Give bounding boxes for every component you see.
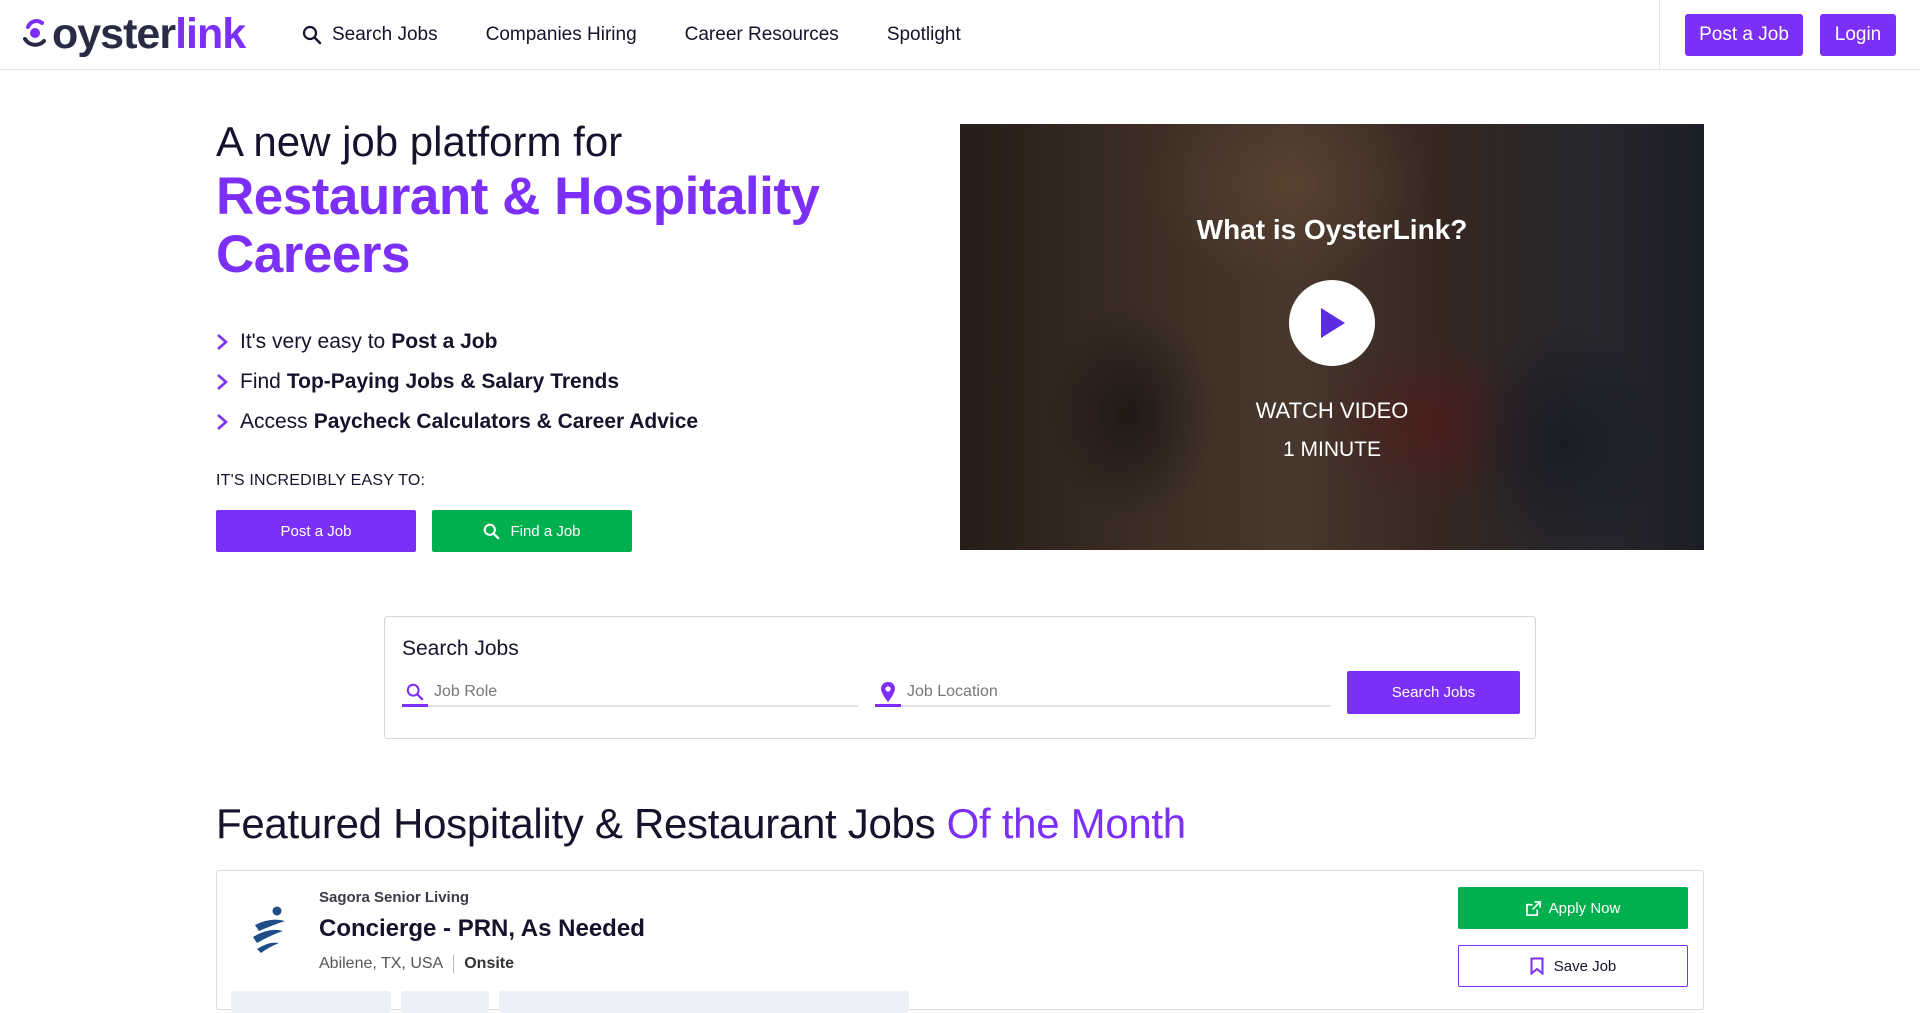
job-tag [231,991,391,1013]
watch-video-label: WATCH VIDEO [1255,398,1409,423]
search-title: Search Jobs [402,637,519,660]
bullet-prefix: It's very easy to [240,330,386,353]
nav-companies-hiring[interactable]: Companies Hiring [486,24,637,46]
intro-video[interactable]: What is OysterLink? WATCH VIDEO 1 MINUTE [960,124,1704,550]
hero-heading-line1: A new job platform for [216,118,623,165]
video-title: What is OysterLink? [1196,214,1468,245]
job-role-input[interactable] [434,683,834,701]
chevron-right-icon [217,414,228,430]
job-tag [499,991,909,1013]
company-logo [253,906,285,953]
site-header: oysterlink Search Jobs Companies Hiring … [0,0,1920,70]
hero-heading-line2: Restaurant & Hospitality Careers [216,167,820,284]
job-card[interactable]: Sagora Senior Living Concierge - PRN, As… [216,870,1704,1013]
easy-to-label: IT'S INCREDIBLY EASY TO: [216,472,426,489]
bullet-item: It's very easy to Post a Job [216,322,698,362]
bullet-bold: Post a Job [391,330,498,353]
play-icon [1321,308,1345,338]
save-label: Save Job [1553,957,1617,975]
header-divider [1659,0,1660,70]
logo[interactable]: oysterlink [22,10,246,58]
find-job-label: Find a Job [510,522,581,540]
save-job-button[interactable]: Save Job [1458,945,1688,987]
bullet-bold: Paycheck Calculators & Career Advice [313,410,699,433]
external-link-icon [1525,900,1541,916]
main-nav: Search Jobs Companies Hiring Career Reso… [302,0,1009,70]
job-role-field [402,679,858,707]
play-button[interactable] [1289,280,1375,366]
nav-label: Career Resources [684,24,839,45]
hero-find-job-button[interactable]: Find a Job [432,510,632,552]
bullet-item: Access Paycheck Calculators & Career Advi… [216,402,698,442]
location-pin-icon [875,679,901,707]
featured-title-accent: Of the Month [946,800,1187,847]
chevron-right-icon [217,374,228,390]
bullet-item: Find Top-Paying Jobs & Salary Trends [216,362,698,402]
bullet-bold: Top-Paying Jobs & Salary Trends [286,370,620,393]
search-icon [302,25,322,45]
job-location-input[interactable] [907,683,1307,701]
meta-divider [453,955,455,973]
job-location-field [875,679,1331,707]
logo-text-oyster: oyster [52,10,176,58]
featured-jobs-heading: Featured Hospitality & Restaurant Jobs O… [216,800,1186,848]
nav-spotlight[interactable]: Spotlight [887,24,961,46]
job-title[interactable]: Concierge - PRN, As Needed [319,915,645,943]
nav-career-resources[interactable]: Career Resources [685,24,839,46]
header-login-button[interactable]: Login [1820,14,1896,56]
nav-search-jobs[interactable]: Search Jobs [302,24,438,46]
bullet-prefix: Access [240,410,308,433]
hero-bullets: It's very easy to Post a Job Find Top-Payi… [216,322,698,442]
search-jobs-button[interactable]: Search Jobs [1347,671,1520,714]
nav-label: Search Jobs [332,24,438,45]
nav-label: Spotlight [886,24,961,45]
apply-now-button[interactable]: Apply Now [1458,887,1688,929]
search-icon [484,523,500,539]
job-tag [401,991,489,1013]
apply-label: Apply Now [1548,899,1621,917]
video-duration: 1 MINUTE [1282,438,1381,461]
logo-text-link: link [175,10,246,58]
job-meta: Abilene, TX, USA Onsite [319,955,514,973]
job-company: Sagora Senior Living [319,889,470,906]
header-post-job-button[interactable]: Post a Job [1685,14,1803,56]
chevron-right-icon [217,334,228,350]
bookmark-icon [1530,957,1544,975]
nav-label: Companies Hiring [485,24,637,45]
bullet-prefix: Find [240,370,281,393]
hero-post-job-button[interactable]: Post a Job [216,510,416,552]
job-work-type: Onsite [464,955,515,972]
featured-title-main: Featured Hospitality & Restaurant Jobs [216,800,936,847]
job-location: Abilene, TX, USA [319,955,444,972]
search-jobs-panel: Search Jobs Search Jobs [384,616,1536,739]
oyster-logo-icon [23,19,46,47]
search-icon [402,679,428,707]
